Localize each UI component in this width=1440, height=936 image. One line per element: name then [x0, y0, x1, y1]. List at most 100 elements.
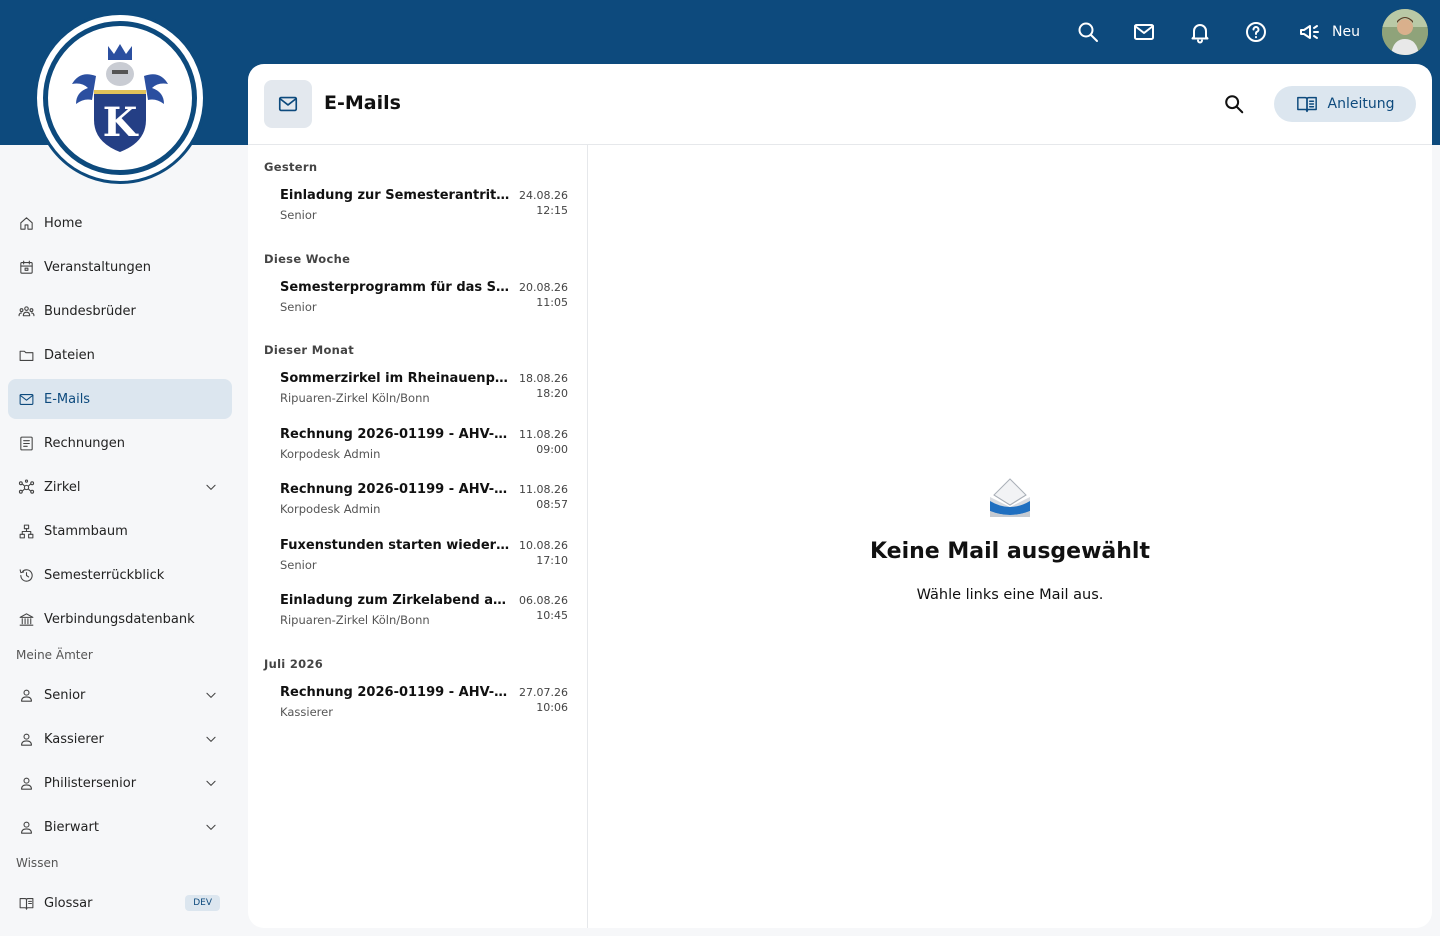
folder-icon	[19, 350, 34, 361]
user-icon	[21, 689, 32, 702]
sidebar-item-fraternity-database[interactable]: Verbindungsdatenbank	[8, 599, 232, 639]
guide-button[interactable]: Anleitung	[1274, 86, 1416, 122]
mail-list-item[interactable]: Sommerzirkel im Rheinauenpark Ripuaren-Z…	[264, 365, 572, 415]
whats-new-button[interactable]: Neu	[1298, 20, 1360, 44]
sidebar-item-files[interactable]: Dateien	[8, 335, 232, 375]
sidebar-item-label: Semesterrückblick	[44, 567, 165, 583]
user-icon	[21, 733, 32, 746]
sidebar-item-home[interactable]: Home	[8, 203, 232, 243]
bell-icon[interactable]	[1188, 20, 1212, 44]
dev-badge: DEV	[185, 895, 220, 911]
sidebar-item-label: Kassierer	[44, 731, 104, 747]
mail-icon	[19, 393, 34, 405]
chevron-down-icon[interactable]	[204, 820, 218, 834]
sidebar-item-label: Bundesbrüder	[44, 303, 136, 319]
book-icon	[19, 897, 34, 910]
mail-subject: Rechnung 2026-01199 - AHV-Beitrag	[280, 482, 512, 497]
sidebar-item-circles[interactable]: Zirkel	[8, 467, 232, 507]
whats-new-label: Neu	[1332, 24, 1360, 40]
sidebar-item-label: Dateien	[44, 347, 95, 363]
mail-time: 10:45	[536, 609, 568, 622]
sidebar-item-label: Senior	[44, 687, 86, 703]
sidebar-item-label: Philistersenior	[44, 775, 137, 791]
mail-sender: Ripuaren-Zirkel Köln/Bonn	[280, 613, 430, 627]
chevron-down-icon[interactable]	[204, 732, 218, 746]
mail-list-item[interactable]: Einladung zum Zirkelabend am 8. August R…	[264, 587, 572, 637]
mail-search-button[interactable]	[1223, 93, 1245, 115]
mail-date: 06.08.26	[519, 594, 568, 607]
empty-state-title: Keine Mail ausgewählt	[869, 539, 1150, 564]
page-header: E-Mails Anleitung	[248, 64, 1432, 145]
mail-date: 20.08.26	[519, 281, 568, 294]
mail-date: 24.08.26	[519, 189, 568, 202]
search-icon[interactable]	[1076, 20, 1100, 44]
sidebar-item-family-tree[interactable]: Stammbaum	[8, 511, 232, 551]
mail-time: 11:05	[536, 296, 568, 309]
sidebar-item-emails[interactable]: E-Mails	[8, 379, 232, 419]
sidebar-item-semester-review[interactable]: Semesterrückblick	[8, 555, 232, 595]
sidebar-item-label: Veranstaltungen	[44, 259, 151, 275]
mail-subject: Einladung zum Zirkelabend am 8. August	[280, 593, 512, 608]
mail-list-item[interactable]: Rechnung 2026-01199 - AHV-Beitrag Korpod…	[264, 476, 572, 526]
chevron-down-icon[interactable]	[204, 776, 218, 790]
mail-date: 18.08.26	[519, 372, 568, 385]
mail-sender: Korpodesk Admin	[280, 447, 381, 461]
bank-icon	[19, 612, 34, 626]
mail-list-item[interactable]: Rechnung 2026-01199 - AHV-Beitrag Korpod…	[264, 421, 572, 471]
tree-icon	[19, 524, 34, 538]
mail-time: 12:15	[536, 204, 568, 217]
main-panel: E-Mails Anleitung Gestern Einladung zur …	[248, 64, 1432, 928]
book-icon	[1296, 96, 1317, 113]
mail-list-item[interactable]: Einladung zur Semesterantrittskneipe Sen…	[264, 182, 572, 232]
sidebar-item-label: Rechnungen	[44, 435, 126, 451]
mail-date: 11.08.26	[519, 428, 568, 441]
mail-sender: Senior	[280, 208, 317, 222]
mail-date: 27.07.26	[519, 686, 568, 699]
circles-icon	[18, 479, 35, 494]
sidebar-item-glossary[interactable]: Glossar DEV	[8, 883, 232, 923]
sidebar-item-office-treasurer[interactable]: Kassierer	[8, 719, 232, 759]
mail-subject: Sommerzirkel im Rheinauenpark	[280, 371, 512, 386]
calendar-icon	[20, 260, 33, 274]
sidebar-item-office-senior[interactable]: Senior	[8, 675, 232, 715]
sidebar-item-members[interactable]: Bundesbrüder	[8, 291, 232, 331]
sidebar-item-label: Zirkel	[44, 479, 81, 495]
page-title: E-Mails	[324, 92, 401, 114]
sidebar-item-label: Home	[44, 215, 83, 231]
sidebar: Home Veranstaltungen Bundesbrüder Dateie…	[0, 145, 240, 936]
mail-list-item[interactable]: Rechnung 2026-01199 - AHV-Beitrag Kassie…	[264, 679, 572, 729]
user-icon	[21, 821, 32, 834]
search-icon	[1225, 95, 1244, 114]
sidebar-item-office-bierwart[interactable]: Bierwart	[8, 807, 232, 847]
sidebar-item-label: Verbindungsdatenbank	[44, 611, 195, 627]
mail-list: Gestern Einladung zur Semesterantrittskn…	[248, 145, 588, 928]
mail-sender: Senior	[280, 558, 317, 572]
mail-group-label: Gestern	[264, 160, 318, 174]
chevron-down-icon[interactable]	[204, 480, 218, 494]
section-label-knowledge: Wissen	[16, 856, 59, 870]
mail-list-item[interactable]: Fuxenstunden starten wieder — jetzt anme…	[264, 532, 572, 582]
sidebar-item-invoices[interactable]: Rechnungen	[8, 423, 232, 463]
section-label-offices: Meine Ämter	[16, 648, 93, 662]
mail-subject: Einladung zur Semesterantrittskneipe	[280, 188, 512, 203]
sidebar-item-events[interactable]: Veranstaltungen	[8, 247, 232, 287]
inbox-envelope-icon	[990, 478, 1030, 517]
sidebar-item-label: Bierwart	[44, 819, 99, 835]
mail-time: 09:00	[536, 443, 568, 456]
chevron-down-icon[interactable]	[204, 688, 218, 702]
mail-sender: Kassierer	[280, 705, 333, 719]
mail-icon[interactable]	[1132, 20, 1156, 44]
mail-time: 10:06	[536, 701, 568, 714]
sidebar-item-office-philistersenior[interactable]: Philistersenior	[8, 763, 232, 803]
sidebar-item-label: Stammbaum	[44, 523, 128, 539]
mail-subject: Rechnung 2026-01199 - AHV-Beitrag	[280, 427, 512, 442]
history-icon	[19, 568, 33, 582]
guide-button-label: Anleitung	[1327, 96, 1395, 112]
sidebar-item-label: Glossar	[44, 895, 93, 911]
mail-subject: Fuxenstunden starten wieder — jetzt anme…	[280, 538, 512, 553]
mail-date: 11.08.26	[519, 483, 568, 496]
megaphone-icon	[1300, 25, 1320, 39]
help-icon[interactable]	[1244, 20, 1268, 44]
mail-list-item[interactable]: Semesterprogramm für das Sommersemester …	[264, 274, 572, 324]
avatar[interactable]	[1382, 9, 1428, 55]
